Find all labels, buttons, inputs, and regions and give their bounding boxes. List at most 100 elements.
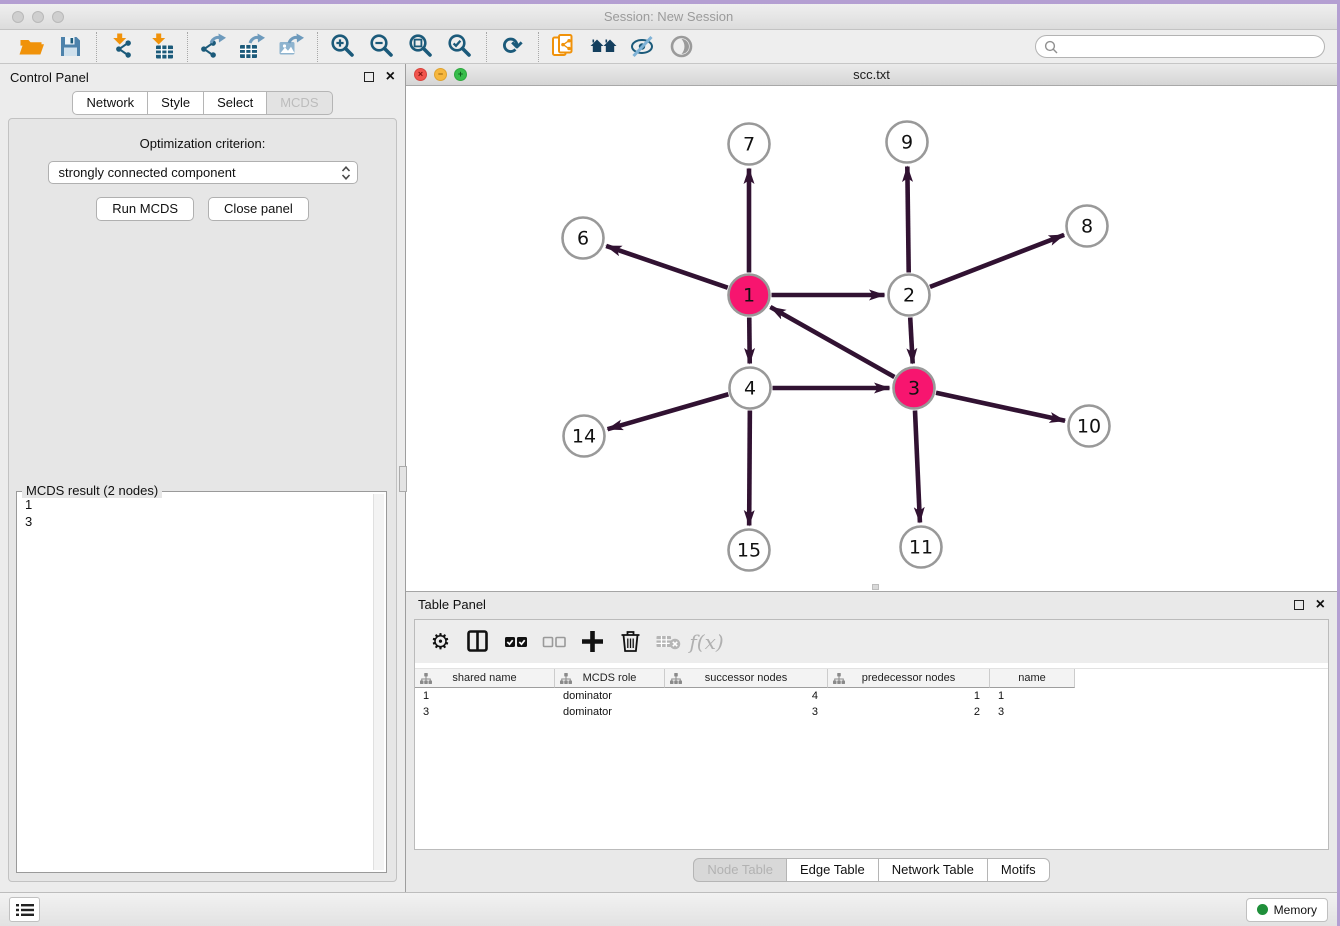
import-network-icon[interactable] <box>109 33 136 60</box>
table-cell[interactable]: 1 <box>828 690 990 702</box>
result-scrollbar[interactable] <box>373 494 384 870</box>
graph-edge-2-3[interactable] <box>910 317 912 363</box>
gear-icon[interactable]: ⚙ <box>427 628 454 655</box>
table-cell[interactable]: 3 <box>990 706 1075 718</box>
export-image-icon[interactable] <box>278 33 305 60</box>
tab-network[interactable]: Network <box>72 91 148 115</box>
table-cell[interactable]: 4 <box>665 690 828 702</box>
column-header-shared-name[interactable]: shared name <box>415 669 555 688</box>
graph-node-4[interactable]: 4 <box>730 368 771 409</box>
graph-node-11[interactable]: 11 <box>901 527 942 568</box>
graph-edge-1-6[interactable] <box>606 246 728 288</box>
tab-node-table[interactable]: Node Table <box>693 858 787 882</box>
column-header-successor-nodes[interactable]: successor nodes <box>665 669 828 688</box>
duplicate-network-icon[interactable] <box>551 33 578 60</box>
network-minimize-icon[interactable]: − <box>434 68 447 81</box>
delete-table-icon <box>655 628 682 655</box>
table-toolbar: ⚙f(x) <box>415 620 1328 663</box>
zoom-in-icon[interactable] <box>330 33 357 60</box>
column-header-name[interactable]: name <box>990 669 1075 688</box>
refresh-icon[interactable]: ⟳ <box>499 33 526 60</box>
graph-edge-4-14[interactable] <box>608 394 729 429</box>
memory-label: Memory <box>1274 903 1317 917</box>
network-maximize-icon[interactable]: + <box>454 68 467 81</box>
table-cell[interactable]: 3 <box>415 706 555 718</box>
graph-edge-3-1[interactable] <box>770 307 894 377</box>
mcds-result-area[interactable]: 13 <box>19 494 372 870</box>
tab-select[interactable]: Select <box>204 91 267 115</box>
save-session-icon[interactable] <box>57 33 84 60</box>
graph-edge-2-8[interactable] <box>930 235 1064 287</box>
column-label: successor nodes <box>705 672 788 684</box>
task-history-button[interactable] <box>9 897 40 922</box>
graph-edge-4-15[interactable] <box>749 410 750 525</box>
eye-show-icon[interactable] <box>668 33 695 60</box>
close-window-icon[interactable] <box>12 11 24 23</box>
graph-node-6[interactable]: 6 <box>563 218 604 259</box>
graph-node-9[interactable]: 9 <box>887 122 928 163</box>
zoom-fit-icon[interactable] <box>408 33 435 60</box>
table-row[interactable]: 1dominator411 <box>415 688 1328 704</box>
criterion-value: strongly connected component <box>59 165 236 180</box>
column-header-MCDS-role[interactable]: MCDS role <box>555 669 665 688</box>
graph-node-1[interactable]: 1 <box>729 275 770 316</box>
criterion-dropdown[interactable]: strongly connected component <box>48 161 358 184</box>
graph-node-10[interactable]: 10 <box>1069 406 1110 447</box>
network-close-icon[interactable]: × <box>414 68 427 81</box>
home-icon[interactable] <box>590 33 617 60</box>
table-cell[interactable]: 2 <box>828 706 990 718</box>
zoom-window-icon[interactable] <box>52 11 64 23</box>
tab-network-table[interactable]: Network Table <box>879 858 988 882</box>
graph-node-2[interactable]: 2 <box>889 275 930 316</box>
close-panel-button[interactable]: Close panel <box>208 197 309 221</box>
eye-hide-icon[interactable] <box>629 33 656 60</box>
optimization-criterion-label: Optimization criterion: <box>140 136 266 151</box>
float-panel-icon[interactable] <box>364 72 374 82</box>
table-cell[interactable]: 1 <box>415 690 555 702</box>
import-table-icon[interactable] <box>148 33 175 60</box>
select-all-icon[interactable] <box>503 628 530 655</box>
close-panel-icon[interactable]: × <box>386 72 395 82</box>
run-mcds-button[interactable]: Run MCDS <box>96 197 194 221</box>
control-panel-title: Control Panel <box>10 70 89 85</box>
splitter-handle[interactable] <box>399 466 407 492</box>
graph-node-14[interactable]: 14 <box>564 416 605 457</box>
table-cell[interactable]: 3 <box>665 706 828 718</box>
network-canvas[interactable]: 1 2 3 4 6 7 8 9 10 11 14 15 <box>406 86 1337 591</box>
graph-edge-3-10[interactable] <box>936 393 1065 421</box>
table-cell[interactable]: dominator <box>555 706 665 718</box>
trash-icon[interactable] <box>617 628 644 655</box>
close-table-panel-icon[interactable]: × <box>1316 600 1325 610</box>
column-label: predecessor nodes <box>862 672 956 684</box>
graph-node-15[interactable]: 15 <box>729 530 770 571</box>
tab-edge-table[interactable]: Edge Table <box>787 858 879 882</box>
export-table-icon[interactable] <box>239 33 266 60</box>
table-cell[interactable]: 1 <box>990 690 1075 702</box>
tab-mcds[interactable]: MCDS <box>267 91 332 115</box>
svg-text:9: 9 <box>901 132 913 154</box>
graph-node-7[interactable]: 7 <box>729 124 770 165</box>
graph-node-8[interactable]: 8 <box>1067 206 1108 247</box>
deselect-all-icon[interactable] <box>541 628 568 655</box>
zoom-out-icon[interactable] <box>369 33 396 60</box>
tab-motifs[interactable]: Motifs <box>988 858 1050 882</box>
table-cell[interactable]: dominator <box>555 690 665 702</box>
canvas-resize-handle[interactable] <box>872 584 879 590</box>
open-session-icon[interactable] <box>18 33 45 60</box>
memory-button[interactable]: Memory <box>1246 898 1328 922</box>
table-row[interactable]: 3dominator323 <box>415 704 1328 720</box>
minimize-window-icon[interactable] <box>32 11 44 23</box>
tab-style[interactable]: Style <box>148 91 204 115</box>
graph-edge-2-9[interactable] <box>907 166 908 272</box>
graph-edge-3-11[interactable] <box>915 410 920 522</box>
search-box[interactable] <box>1035 35 1325 58</box>
float-table-panel-icon[interactable] <box>1294 600 1304 610</box>
right-column: × − + scc.txt 1234678910111415 Table Pan… <box>406 64 1337 892</box>
graph-node-3[interactable]: 3 <box>894 368 935 409</box>
add-row-icon[interactable] <box>579 628 606 655</box>
column-header-predecessor-nodes[interactable]: predecessor nodes <box>828 669 990 688</box>
zoom-selected-icon[interactable] <box>447 33 474 60</box>
export-network-icon[interactable] <box>200 33 227 60</box>
column-selector-icon[interactable] <box>465 628 492 655</box>
search-input[interactable] <box>1063 38 1316 55</box>
